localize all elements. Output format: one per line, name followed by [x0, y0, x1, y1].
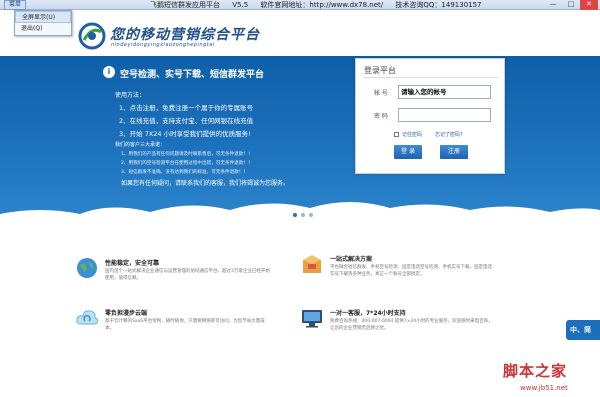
menu-item-fullscreen[interactable]: 全屏显示(U): [15, 11, 71, 23]
app-name: 飞鹅短信群发应用平台: [150, 1, 220, 9]
online-service-tab[interactable]: 中、简: [566, 320, 600, 340]
banner-title: 空号检测、实号下载、短信群发平台: [120, 70, 265, 80]
remember-checkbox[interactable]: [394, 132, 399, 137]
login-title: 登录平台: [364, 66, 396, 75]
feature-desc: 免费咨询热线：400-007-0004 提供7×24小时的专业服务，欢迎随时来电…: [330, 319, 493, 331]
minimize-button[interactable]: —: [544, 0, 562, 10]
promise-item: 1、用我们的产品有任何问题请及时联系售后，可无条件退款！！: [121, 152, 253, 157]
account-label: 帐 号: [374, 90, 388, 97]
watermark-url: www.jb51.net: [520, 384, 568, 392]
header: 您的移动营销综合平台 nindeyidongyingxiaozongheping…: [0, 10, 600, 56]
main-menu-button[interactable]: 菜单: [4, 0, 27, 10]
account-input[interactable]: 请输入您的帐号: [398, 85, 491, 99]
brand-logo-icon: [78, 22, 106, 50]
maximize-button[interactable]: □: [562, 0, 580, 10]
menu-item-exit[interactable]: 退出(Q): [15, 23, 71, 35]
title-bar: 菜单 飞鹅短信群发应用平台 V5.5 软件官网地址：http://www.dx7…: [0, 0, 600, 10]
window-title: 飞鹅短信群发应用平台 V5.5 软件官网地址：http://www.dx78.n…: [150, 0, 492, 10]
globe-icon: [77, 258, 97, 278]
cloud-decoration: [0, 202, 600, 224]
feature-title: 一对一客服，7*24小时支持: [330, 310, 406, 317]
app-version: V5.5: [232, 1, 249, 9]
cloud-icon: [76, 310, 99, 325]
contact-note: 如果您有任何疑问，请联系我们的客服，我们将竭诚为您服务。: [121, 180, 290, 187]
brand-title: 您的移动营销综合平台: [110, 27, 260, 43]
promise-item: 2、用我们的空号检测平台在使用过程中出错，可无条件退款！！: [121, 161, 253, 166]
feature-desc: 平台融合短信群发、手机空号检测、固定电话空号检测、手机实号下载、固定电话实号下载…: [330, 265, 492, 277]
feature-title: 零负担漫步云端: [105, 310, 148, 317]
feature-title: 性能稳定，安全可靠: [105, 260, 160, 267]
website-text: 软件官网地址：http://www.dx78.net/: [260, 1, 384, 9]
close-button[interactable]: ✕: [580, 0, 598, 10]
password-input[interactable]: [398, 108, 491, 122]
promise-title: 我们的客户三大承诺：: [115, 142, 166, 148]
forgot-password-link[interactable]: 忘记了密码?: [435, 131, 463, 138]
promise-item: 3、短信群发不准确，没有达到我们的标准，可无条件退款！！: [121, 170, 248, 175]
usage-step: 1、点击注册，免费注册一个属于你的专属账号: [119, 104, 254, 112]
usage-step: 2、在线充值，支持支付宝、任何网银在线充值: [119, 117, 254, 125]
banner-pager: [293, 213, 313, 217]
login-options: 记住密码 忘记了密码?: [394, 131, 463, 138]
computer-icon: [302, 310, 322, 328]
usage-instructions: 使用方法： 1、点击注册，免费注册一个属于你的专属账号 2、在线充值，支持支付宝…: [115, 89, 289, 190]
pager-dot[interactable]: [309, 213, 313, 217]
remember-label[interactable]: 记住密码: [402, 131, 422, 138]
package-icon: [303, 255, 321, 273]
feature-title: 一站式解决方案: [330, 256, 373, 263]
info-icon: i: [103, 66, 115, 78]
hero-banner: i 空号检测、实号下载、短信群发平台 使用方法： 1、点击注册，免费注册一个属于…: [0, 56, 600, 224]
register-button[interactable]: 注册: [440, 145, 468, 159]
feature-desc: 国内首个一站式解决企业通信与运营管理的协同通信平台，超过3万家企业已经开始使用，…: [105, 269, 270, 281]
usage-title: 使用方法：: [115, 92, 146, 99]
usage-step: 3、开始 7X24 小时享受我们提供的优质服务!: [119, 130, 251, 138]
brand-subtitle: nindeyidongyingxiaozonghepingtai: [111, 42, 215, 48]
password-label: 密 码: [374, 113, 388, 120]
main-menu-dropdown: 全屏显示(U) 退出(Q): [14, 10, 72, 36]
pager-dot[interactable]: [293, 213, 297, 217]
login-button[interactable]: 登 录: [394, 145, 422, 159]
login-divider: [364, 77, 498, 78]
login-panel: 登录平台 帐 号 请输入您的帐号 密 码 记住密码 忘记了密码? 登 录 注册: [355, 58, 505, 174]
watermark-text: 脚本之家: [503, 362, 568, 380]
window-controls: — □ ✕: [544, 0, 598, 10]
pager-dot[interactable]: [301, 213, 305, 217]
feature-desc: 基于云计算的SaaS平台架构，随时随地，只需要网络即可访问，为您节省大量成本。: [105, 319, 265, 331]
support-qq-text: 技术咨询QQ：149130157: [395, 1, 482, 9]
